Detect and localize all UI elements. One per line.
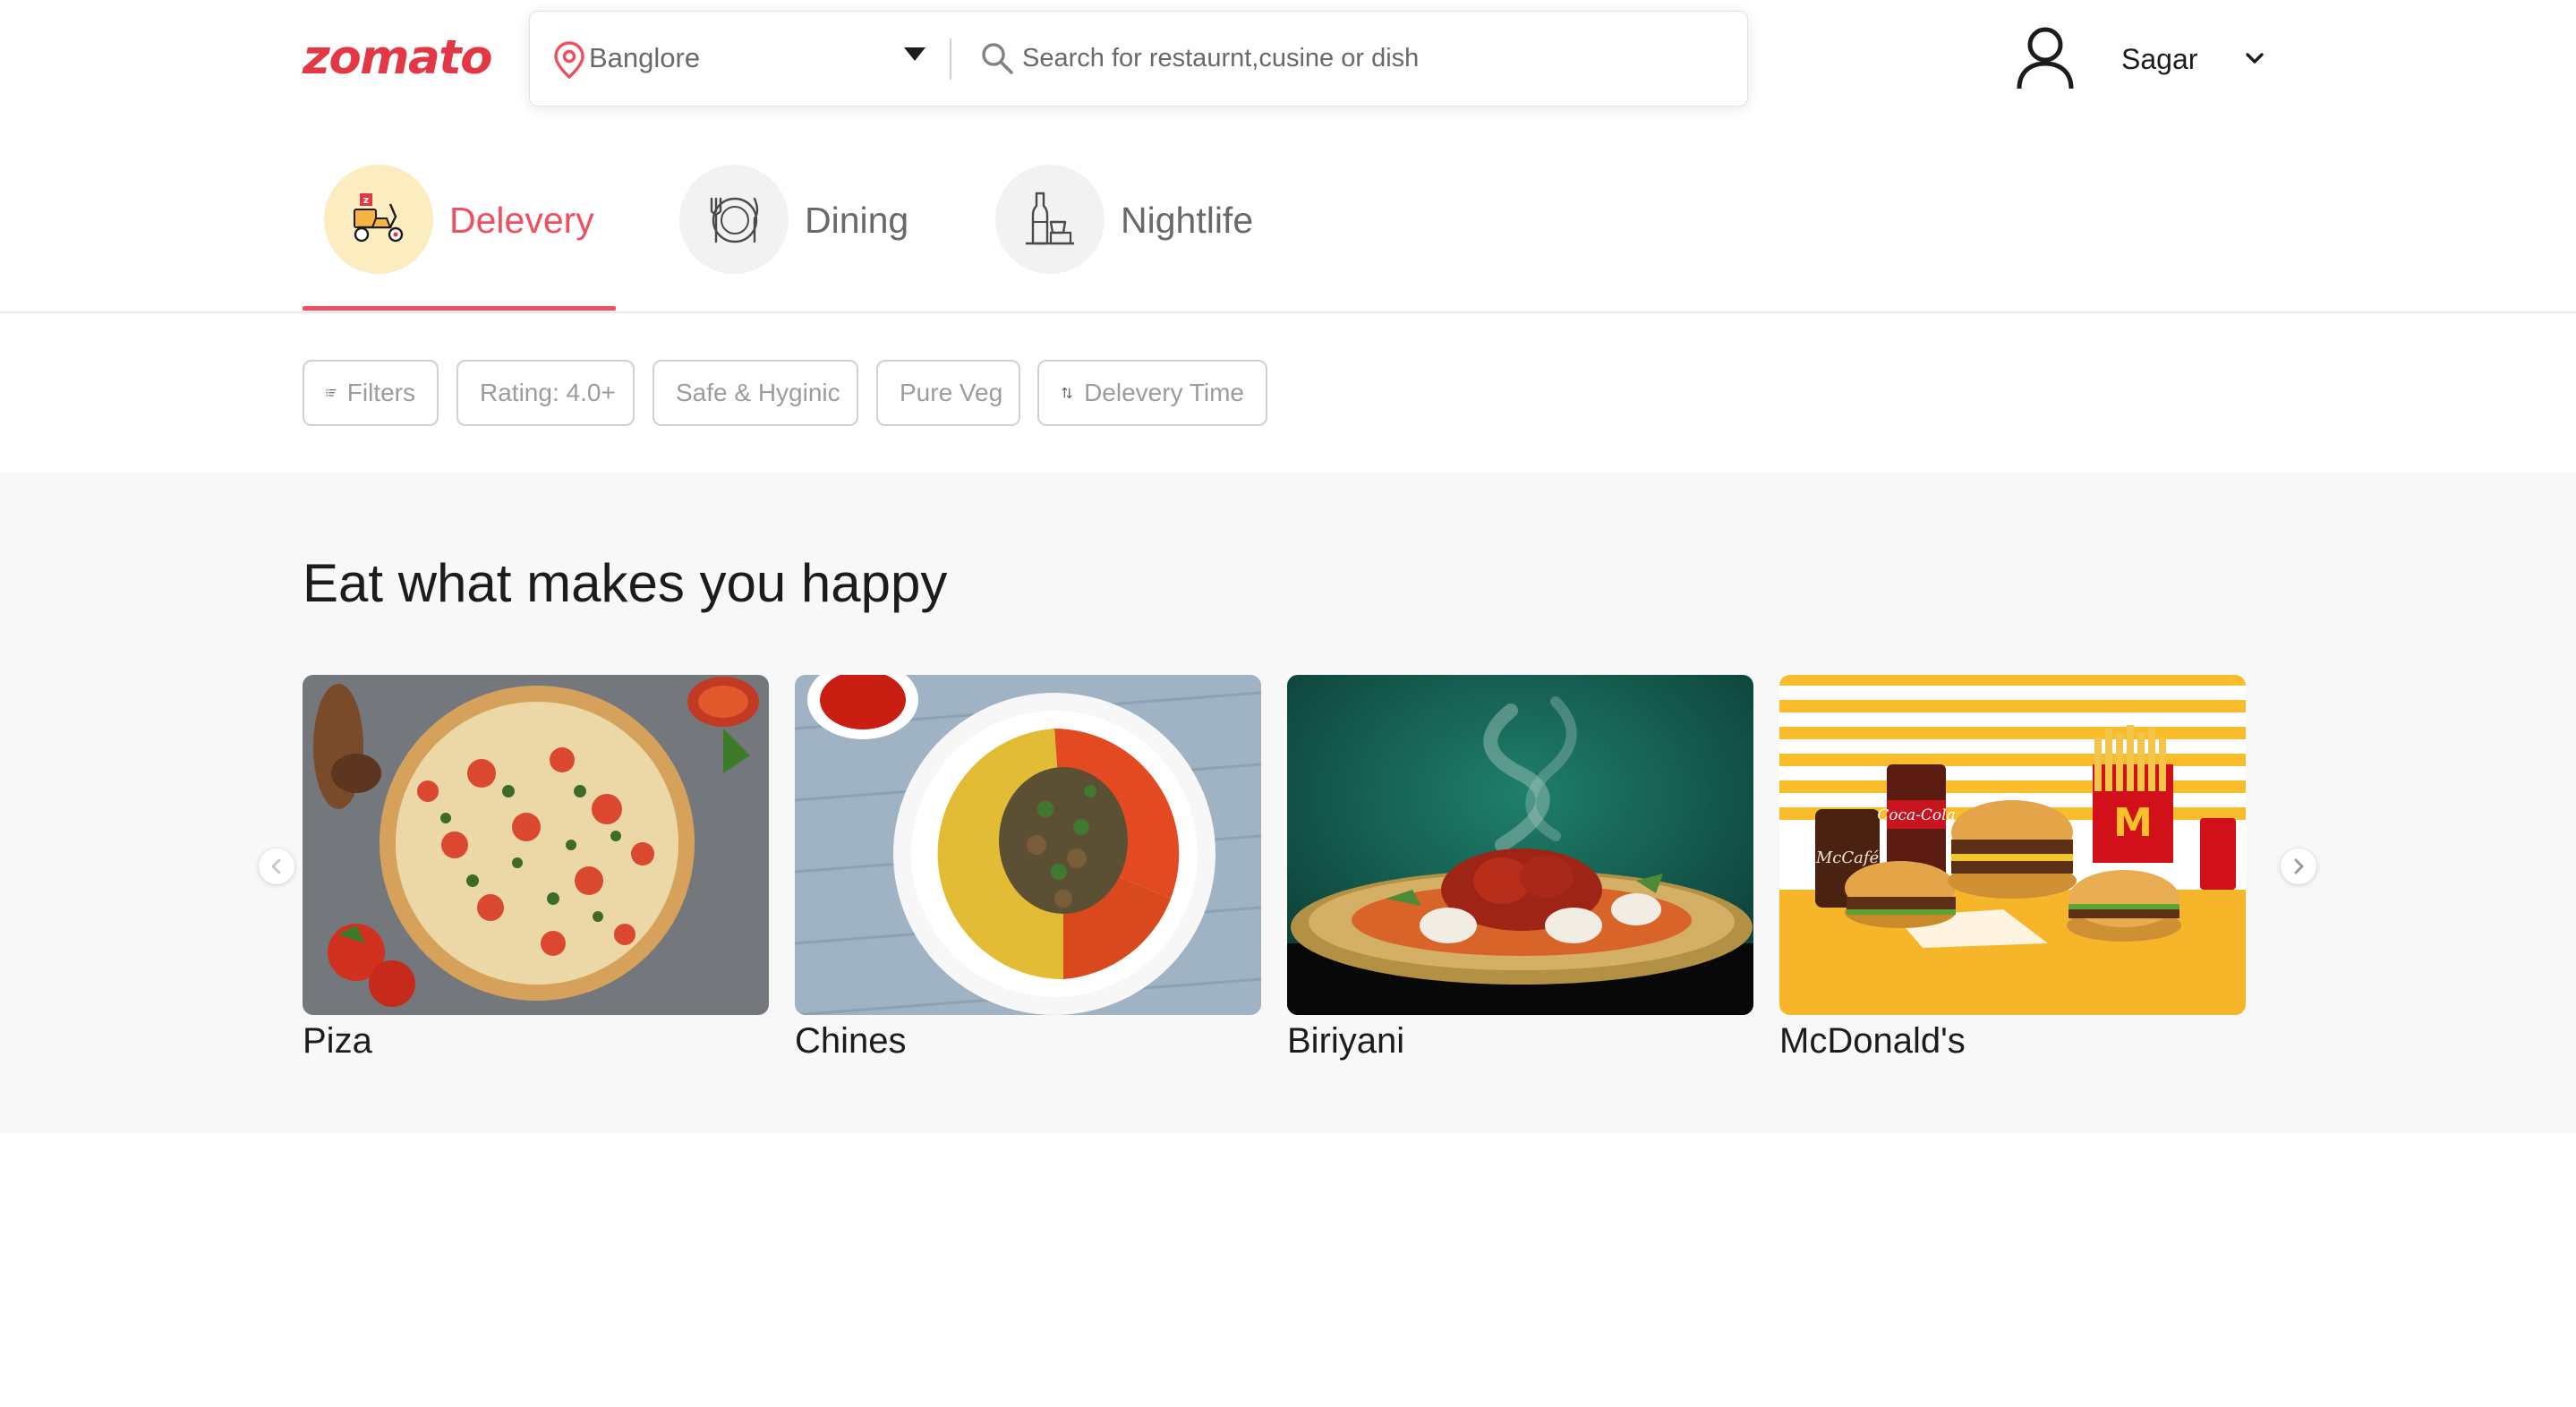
- chip-label: Rating: 4.0+: [480, 379, 616, 406]
- tab-icon-circle: [995, 165, 1105, 274]
- collection-section: Eat what makes you happy Piza Chines Bir…: [0, 473, 2576, 1133]
- filter-list-icon: [326, 388, 337, 397]
- card-title: Chines: [795, 1021, 907, 1061]
- chip-label: Safe & Hyginic: [676, 379, 840, 406]
- bottles-icon: [1026, 192, 1074, 245]
- dining-icon: [710, 197, 759, 243]
- filters-button[interactable]: Filters: [303, 360, 439, 426]
- search-icon: [982, 43, 1013, 74]
- user-name[interactable]: Sagar: [2121, 39, 2197, 79]
- location-selector[interactable]: Banglore: [589, 38, 700, 78]
- category-tabs: z Delevery Dining Nightlife: [0, 152, 2576, 313]
- filters-label: Filters: [346, 379, 415, 406]
- filter-bar: Filters Rating: 4.0+ Safe & Hyginic Pure…: [0, 315, 2576, 473]
- food-card[interactable]: Piza: [303, 675, 769, 1063]
- tab-label: Dining: [805, 200, 909, 241]
- chip-label: Pure Veg: [900, 379, 1003, 406]
- svg-text:Coca-Cola: Coca-Cola: [1877, 806, 1955, 824]
- carousel-prev-button[interactable]: [259, 848, 294, 884]
- chip-label: Delevery Time: [1084, 379, 1244, 406]
- card-title: McDonald's: [1779, 1021, 1966, 1061]
- delivery-time-sort-chip[interactable]: Delevery Time: [1037, 360, 1267, 426]
- chevron-right-icon: [2294, 858, 2304, 874]
- active-tab-indicator: [303, 306, 616, 311]
- chevron-left-icon: [271, 858, 281, 874]
- chevron-down-icon[interactable]: [904, 47, 925, 61]
- chevron-down-icon[interactable]: [2241, 45, 2268, 72]
- search-divider: [950, 38, 951, 80]
- scooter-icon: z: [354, 193, 404, 243]
- tab-label: Nightlife: [1121, 200, 1254, 241]
- card-title: Biriyani: [1287, 1021, 1405, 1061]
- zomato-logo[interactable]: zomato: [303, 27, 493, 90]
- pure-veg-filter-chip[interactable]: Pure Veg: [876, 360, 1020, 426]
- tab-icon-circle: [679, 165, 789, 274]
- tab-icon-circle: z: [324, 165, 433, 274]
- svg-text:M: M: [2113, 800, 2153, 846]
- svg-text:z: z: [363, 194, 369, 206]
- search-bar: Banglore: [529, 11, 1748, 107]
- sort-icon: [1062, 387, 1072, 399]
- tab-delivery[interactable]: z Delevery: [303, 165, 625, 299]
- tab-nightlife[interactable]: Nightlife: [974, 165, 1278, 299]
- biryani-image: [1287, 675, 1753, 1015]
- tab-label: Delevery: [449, 200, 594, 241]
- section-title: Eat what makes you happy: [303, 553, 948, 613]
- rating-filter-chip[interactable]: Rating: 4.0+: [456, 360, 635, 426]
- top-header: zomato Banglore Sagar: [0, 0, 2576, 118]
- tab-dining[interactable]: Dining: [658, 165, 944, 299]
- pizza-image: [303, 675, 769, 1015]
- location-pin-icon: [554, 41, 584, 80]
- food-card[interactable]: Chines: [795, 675, 1261, 1063]
- mcdonalds-image: McCafé Coca-Cola M: [1779, 675, 2246, 1015]
- svg-text:McCafé: McCafé: [1815, 848, 1880, 867]
- search-input[interactable]: [1022, 35, 1720, 81]
- chinese-food-image: [795, 675, 1261, 1015]
- food-card[interactable]: Biriyani: [1287, 675, 1753, 1063]
- carousel-next-button[interactable]: [2281, 848, 2316, 884]
- card-title: Piza: [303, 1021, 372, 1061]
- food-card[interactable]: McCafé Coca-Cola M McDonald's: [1779, 675, 2246, 1063]
- user-icon[interactable]: [2014, 25, 2077, 91]
- safe-hygienic-filter-chip[interactable]: Safe & Hyginic: [653, 360, 858, 426]
